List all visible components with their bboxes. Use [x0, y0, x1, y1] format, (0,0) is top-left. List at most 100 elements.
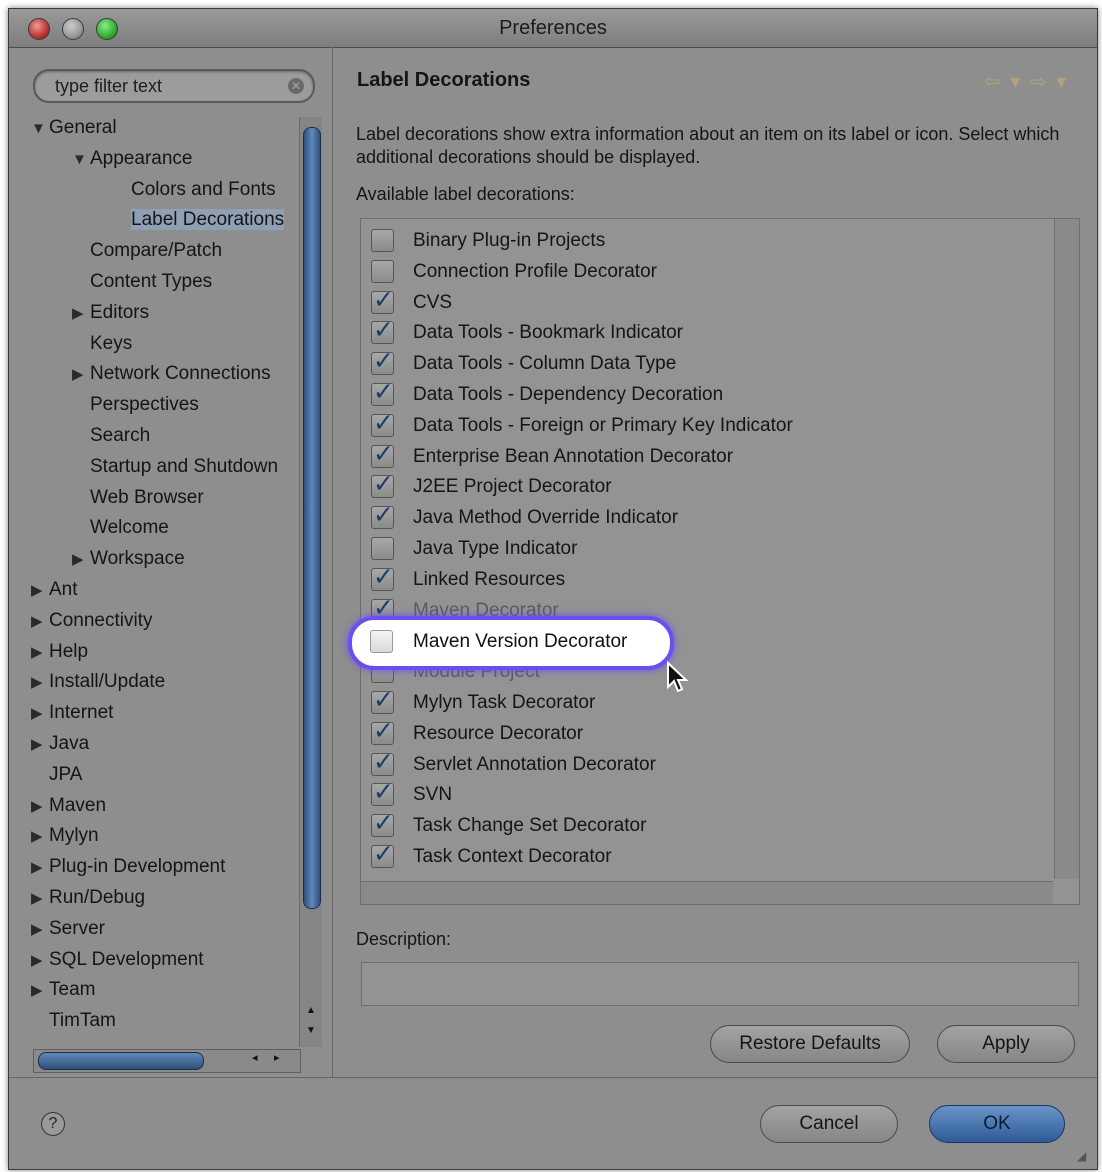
decoration-checkbox[interactable] [371, 259, 394, 283]
collapsed-twisty-icon[interactable]: ▶ [72, 304, 90, 322]
cancel-button[interactable]: Cancel [760, 1105, 898, 1143]
preference-tree[interactable]: ▼ General ▼ Appearance Colors and Fonts Label… [23, 117, 299, 1047]
clear-filter-icon[interactable]: ✕ [288, 78, 304, 94]
decoration-checkbox[interactable]: ✓ [371, 840, 394, 868]
checkmark-icon: ✓ [373, 778, 394, 807]
scroll-up-arrow-icon[interactable]: ▲ [303, 1005, 319, 1023]
maven-version-decorator-label: Maven Version Decorator [413, 631, 628, 652]
decoration-checkbox[interactable]: ✓ [371, 286, 394, 314]
tree-vertical-scrollbar[interactable]: ▲ ▼ [299, 117, 322, 1047]
decoration-checkbox[interactable]: ✓ [371, 717, 394, 745]
list-vertical-scrollbar[interactable] [1054, 219, 1079, 879]
collapsed-twisty-icon[interactable]: ▶ [31, 735, 49, 753]
decoration-checkbox[interactable] [371, 537, 394, 560]
decoration-checkbox[interactable]: ✓ [371, 409, 394, 437]
tree-item-label: Ant [49, 579, 78, 600]
decoration-checkbox[interactable]: ✓ [371, 316, 394, 345]
scroll-right-arrow-icon[interactable]: ▸ [274, 1051, 280, 1064]
tree-item[interactable]: ▶ Plug-in Development [31, 856, 225, 886]
decoration-checkbox[interactable] [371, 229, 394, 252]
filter-input[interactable]: type filter text ✕ [33, 69, 315, 103]
decoration-checkbox[interactable]: ✓ [371, 440, 394, 468]
decorations-list[interactable]: Binary Plug-in Projects Connection Profil… [360, 218, 1080, 905]
tree-item-label: Perspectives [90, 394, 199, 416]
collapsed-twisty-icon[interactable]: ▶ [31, 581, 49, 599]
collapsed-twisty-icon[interactable]: ▶ [31, 797, 49, 815]
tree-item-label: Web Browser [90, 486, 204, 508]
maven-version-decorator-checkbox[interactable] [370, 630, 393, 653]
tree-item[interactable]: TimTam [31, 1010, 116, 1040]
tree-hscroll-thumb[interactable] [38, 1052, 204, 1070]
expanded-twisty-icon[interactable]: ▼ [72, 151, 90, 168]
tree-item[interactable]: ▶ Java [31, 733, 89, 763]
collapsed-twisty-icon[interactable]: ▶ [72, 365, 90, 383]
tree-item[interactable]: ▶ Maven [31, 795, 106, 825]
tree-item[interactable]: ▶ Ant [31, 579, 78, 609]
list-horizontal-scrollbar[interactable] [361, 881, 1053, 904]
decoration-checkbox[interactable]: ✓ [371, 470, 394, 499]
collapsed-twisty-icon[interactable]: ▶ [31, 673, 49, 691]
tree-item[interactable]: ▶ Editors [72, 302, 149, 332]
tree-item[interactable]: ▶ Server [31, 918, 105, 948]
tree-item[interactable]: ▶ Mylyn [31, 825, 99, 855]
decoration-checkbox[interactable]: ✓ [371, 563, 394, 591]
collapsed-twisty-icon[interactable]: ▶ [31, 612, 49, 630]
tree-item[interactable]: ▶ Connectivity [31, 610, 153, 640]
tree-item[interactable]: ▶ Workspace [72, 548, 185, 578]
collapsed-twisty-icon[interactable]: ▶ [31, 920, 49, 938]
collapsed-twisty-icon[interactable]: ▶ [31, 951, 49, 969]
tree-item[interactable]: Content Types [72, 271, 212, 301]
tree-item[interactable]: Web Browser [72, 487, 204, 517]
tree-item-label: Compare/Patch [90, 240, 223, 262]
collapsed-twisty-icon[interactable]: ▶ [31, 643, 49, 661]
title-bar[interactable]: Preferences [9, 9, 1097, 48]
tree-scroll-thumb[interactable] [303, 127, 321, 909]
decoration-checkbox[interactable]: ✓ [371, 809, 394, 838]
tree-item[interactable]: Search [72, 425, 150, 455]
decoration-label: Task Change Set Decorator [413, 815, 647, 837]
resize-grip-icon[interactable]: ◢ [1077, 1149, 1093, 1165]
decoration-checkbox[interactable]: ✓ [371, 748, 394, 776]
collapsed-twisty-icon[interactable]: ▶ [31, 858, 49, 876]
tree-item[interactable]: Startup and Shutdown [72, 456, 278, 486]
collapsed-twisty-icon[interactable]: ▶ [31, 981, 49, 999]
tree-item[interactable]: Label Decorations [113, 209, 285, 239]
decoration-checkbox[interactable]: ✓ [371, 501, 394, 530]
panel-divider[interactable] [332, 47, 333, 1077]
tree-item[interactable]: ▶ Network Connections [72, 363, 271, 393]
help-icon[interactable]: ? [41, 1112, 65, 1136]
tree-item[interactable]: ▶ Install/Update [31, 671, 165, 701]
decoration-checkbox[interactable]: ✓ [371, 686, 394, 714]
decoration-checkbox[interactable]: ✓ [371, 347, 394, 376]
decoration-checkbox[interactable]: ✓ [371, 778, 394, 807]
expanded-twisty-icon[interactable]: ▼ [31, 120, 49, 137]
tree-item[interactable]: ▶ Internet [31, 702, 113, 732]
collapsed-twisty-icon[interactable]: ▶ [31, 827, 49, 845]
tree-item[interactable]: Compare/Patch [72, 240, 222, 270]
tree-item[interactable]: ▶ Run/Debug [31, 887, 145, 917]
maven-version-decorator-item[interactable]: Maven Version Decorator [348, 616, 674, 670]
tree-item[interactable]: JPA [31, 764, 82, 794]
tree-item[interactable]: Keys [72, 333, 132, 363]
tree-item[interactable]: ▶ Team [31, 979, 95, 1009]
tree-item[interactable]: ▶ SQL Development [31, 949, 204, 979]
tree-item[interactable]: Perspectives [72, 394, 199, 424]
checkmark-icon: ✓ [373, 562, 394, 591]
decoration-checkbox[interactable]: ✓ [371, 378, 394, 406]
collapsed-twisty-icon[interactable]: ▶ [31, 889, 49, 907]
tree-horizontal-scrollbar[interactable]: ◂ ▸ [33, 1049, 301, 1073]
restore-defaults-button[interactable]: Restore Defaults [710, 1025, 910, 1063]
scroll-left-arrow-icon[interactable]: ◂ [252, 1051, 258, 1064]
scroll-down-arrow-icon[interactable]: ▼ [303, 1025, 319, 1043]
collapsed-twisty-icon[interactable]: ▶ [31, 704, 49, 722]
tree-item[interactable]: ▼ General [31, 117, 117, 147]
collapsed-twisty-icon[interactable]: ▶ [72, 550, 90, 568]
ok-button[interactable]: OK [929, 1105, 1065, 1143]
tree-item[interactable]: ▼ Appearance [72, 148, 192, 178]
tree-item[interactable]: Welcome [72, 517, 169, 547]
back-forward-icon[interactable]: ⇦ ▾ ⇨ ▾ [984, 69, 1068, 94]
tree-item[interactable]: ▶ Help [31, 641, 88, 671]
tree-item[interactable]: Colors and Fonts [113, 179, 276, 209]
apply-button[interactable]: Apply [937, 1025, 1075, 1063]
checkmark-icon: ✓ [373, 470, 394, 499]
